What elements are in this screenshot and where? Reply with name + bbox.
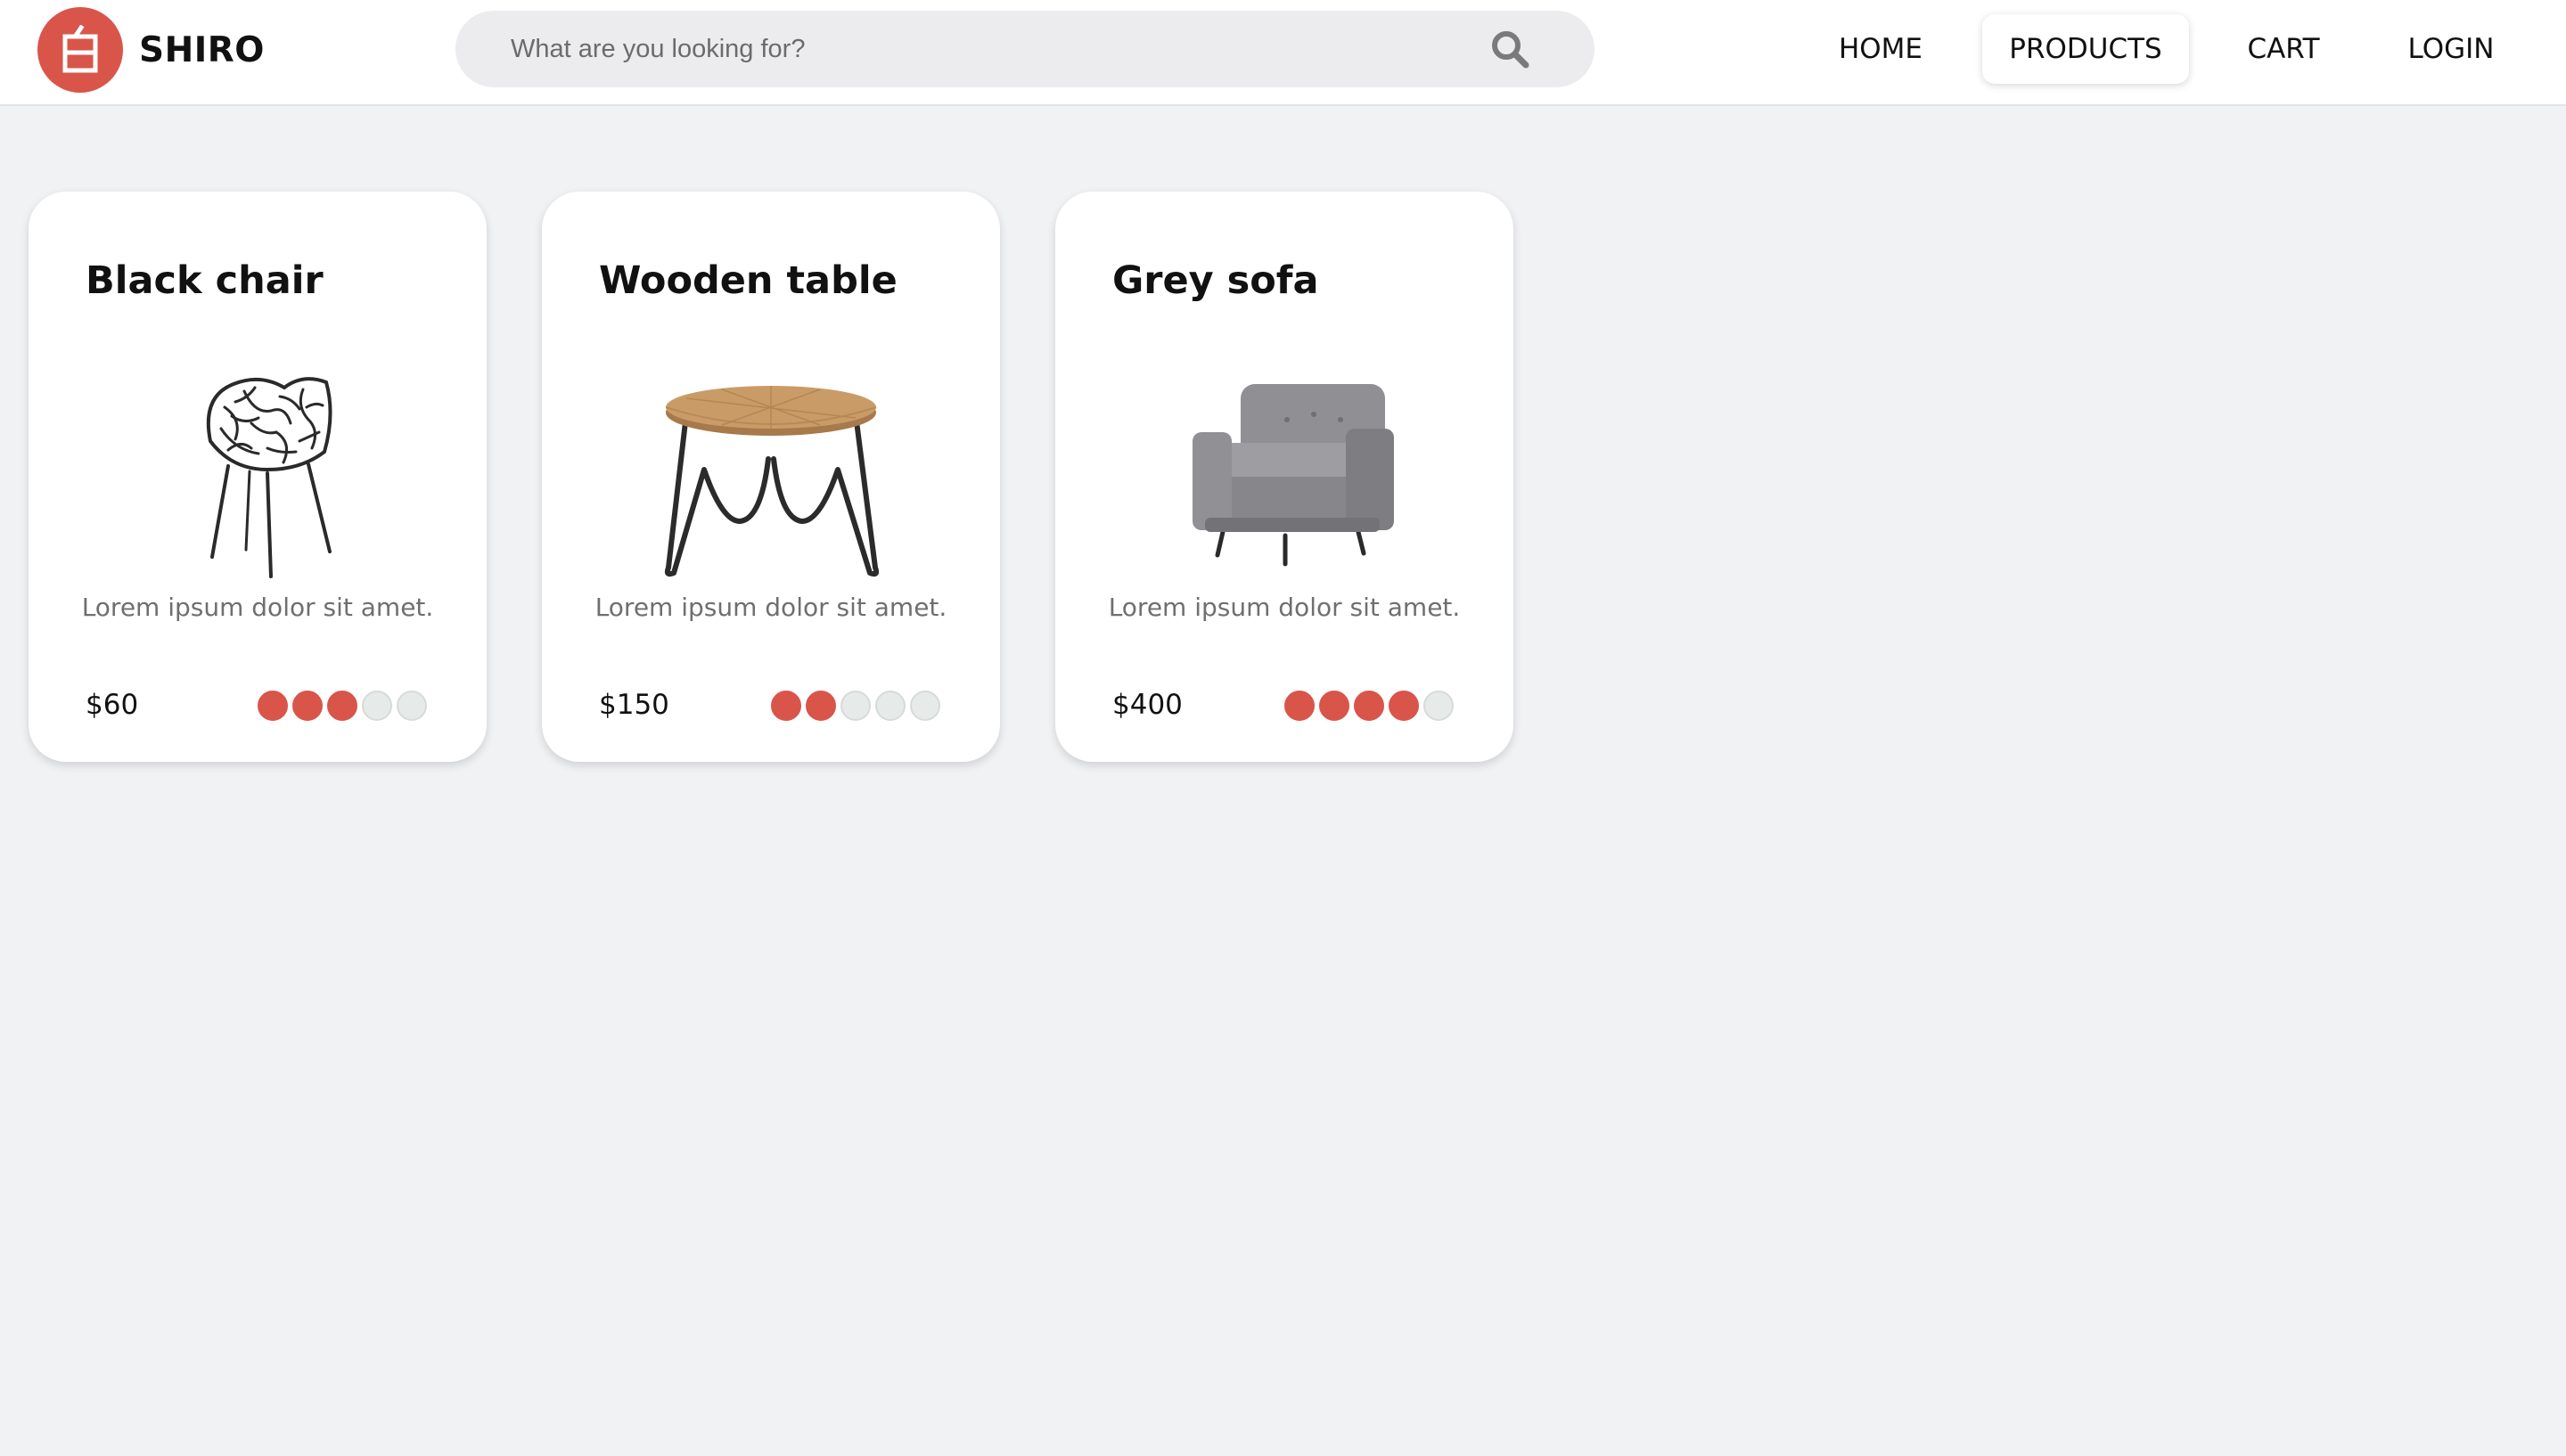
product-description: Lorem ipsum dolor sit amet. bbox=[594, 593, 947, 622]
product-description: Lorem ipsum dolor sit amet. bbox=[1108, 593, 1461, 622]
search-input[interactable] bbox=[511, 11, 1402, 87]
brand-logo[interactable]: SHIRO bbox=[37, 7, 265, 93]
search-icon[interactable] bbox=[1489, 29, 1530, 70]
product-description: Lorem ipsum dolor sit amet. bbox=[81, 593, 434, 622]
rating-dot-empty bbox=[1423, 691, 1454, 721]
brand-name: SHIRO bbox=[139, 29, 265, 70]
grey-sofa-image bbox=[1193, 384, 1394, 567]
product-title: Wooden table bbox=[599, 258, 898, 303]
black-chair-image bbox=[206, 377, 332, 578]
rating-dot-filled bbox=[327, 691, 357, 721]
rating-dot-empty bbox=[397, 691, 427, 721]
product-price: $150 bbox=[599, 689, 669, 721]
rating-dots bbox=[1284, 691, 1454, 721]
rating-dot-filled bbox=[1354, 691, 1384, 721]
product-card-black-chair[interactable]: Black chair Lorem ipsum dolor sit amet. … bbox=[29, 192, 487, 762]
nav-cart[interactable]: CART bbox=[2232, 14, 2335, 84]
product-title: Black chair bbox=[86, 258, 324, 303]
rating-dot-filled bbox=[292, 691, 323, 721]
product-price: $400 bbox=[1112, 689, 1183, 721]
rating-dots bbox=[771, 691, 940, 721]
product-title: Grey sofa bbox=[1112, 258, 1319, 303]
top-header: SHIRO HOME PRODUCTS CART LOGIN bbox=[0, 0, 2566, 106]
product-card-grey-sofa[interactable]: Grey sofa Lorem ipsum dolor sit amet. $4… bbox=[1055, 192, 1513, 762]
rating-dot-empty bbox=[875, 691, 906, 721]
logo-badge-icon bbox=[37, 7, 123, 93]
rating-dot-filled bbox=[1319, 691, 1349, 721]
rating-dot-empty bbox=[910, 691, 940, 721]
rating-dot-empty bbox=[840, 691, 871, 721]
rating-dot-filled bbox=[1389, 691, 1419, 721]
rating-dots bbox=[258, 691, 427, 721]
wooden-table-image bbox=[664, 386, 880, 577]
nav-home[interactable]: HOME bbox=[1818, 14, 1943, 84]
search-bar bbox=[455, 11, 1595, 87]
nav-login[interactable]: LOGIN bbox=[2389, 14, 2513, 84]
logo-glyph bbox=[62, 25, 98, 73]
product-card-wooden-table[interactable]: Wooden table Lorem ipsum dolor sit amet.… bbox=[542, 192, 1000, 762]
nav-products[interactable]: PRODUCTS bbox=[1982, 14, 2189, 84]
rating-dot-filled bbox=[258, 691, 288, 721]
product-price: $60 bbox=[86, 689, 139, 721]
rating-dot-empty bbox=[362, 691, 392, 721]
rating-dot-filled bbox=[771, 691, 801, 721]
rating-dot-filled bbox=[806, 691, 836, 721]
rating-dot-filled bbox=[1284, 691, 1315, 721]
